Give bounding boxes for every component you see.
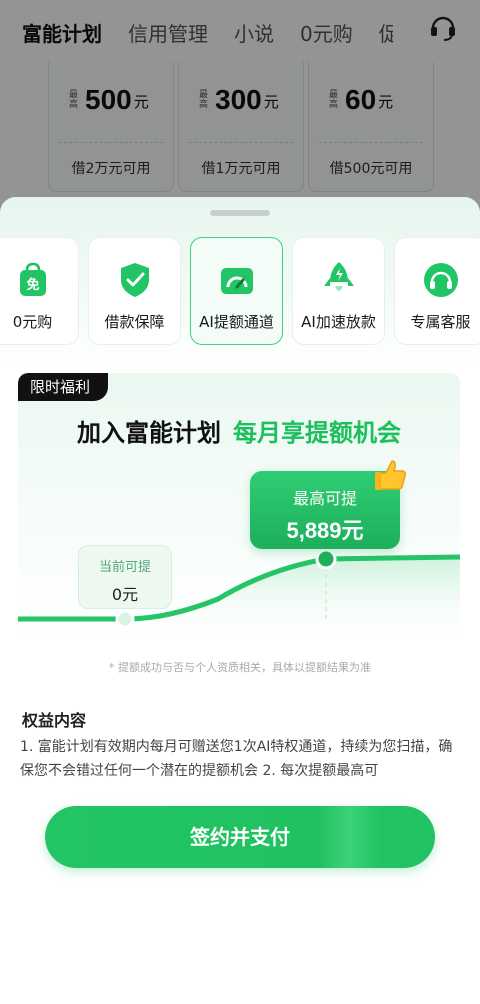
drag-handle[interactable] xyxy=(210,210,270,216)
feature-exclusive-service[interactable]: 专属客服 xyxy=(394,237,480,345)
feature-label: 借款保障 xyxy=(104,313,165,331)
headset-icon xyxy=(423,263,458,297)
feature-label: 专属客服 xyxy=(410,313,471,331)
rights-title: 权益内容 xyxy=(22,711,87,730)
content-fade xyxy=(0,773,480,803)
promo-card: 限时福利 加入富能计划 每月享提额机会 当前可提 0元 最高可提 5,889元 xyxy=(18,373,460,641)
plan-bottom-sheet: 免 0元购 借款保障 AI提额通道 AI加速放款 专属客服 限时福利 加入富能计… xyxy=(0,197,480,1004)
rocket-icon xyxy=(323,262,354,291)
feature-loan-protection[interactable]: 借款保障 xyxy=(88,237,181,345)
current-point xyxy=(115,609,135,629)
limited-time-badge: 限时福利 xyxy=(18,373,109,401)
free-bag-icon: 免 xyxy=(19,262,46,296)
max-point xyxy=(315,548,337,570)
feature-ai-credit-channel[interactable]: AI提额通道 xyxy=(190,237,283,345)
svg-text:免: 免 xyxy=(26,277,39,293)
feature-ai-fast-loan[interactable]: AI加速放款 xyxy=(292,237,385,345)
shield-check-icon xyxy=(120,263,149,297)
thumbs-up-icon xyxy=(375,460,406,490)
feature-zero-yuan-buy[interactable]: 免 0元购 xyxy=(0,237,79,345)
current-value: 0元 xyxy=(111,585,139,604)
current-limit-bubble: 当前可提 0元 xyxy=(78,545,172,609)
promo-title: 加入富能计划 每月享提额机会 xyxy=(18,413,460,448)
gauge-card-icon xyxy=(220,268,253,294)
feature-label: AI提额通道 xyxy=(199,313,274,331)
disclaimer-text: * 提额成功与否与个人资质相关，具体以提额结果为准 xyxy=(109,661,371,674)
promo-title-highlight: 每月享提额机会 xyxy=(233,419,401,447)
max-value: 5,889元 xyxy=(286,518,364,543)
current-label: 当前可提 xyxy=(98,560,151,575)
feature-list: 免 0元购 借款保障 AI提额通道 AI加速放款 专属客服 xyxy=(0,237,480,347)
feature-label: AI加速放款 xyxy=(301,313,376,331)
feature-label: 0元购 xyxy=(12,313,53,331)
sign-and-pay-button[interactable]: 签约并支付 xyxy=(45,806,435,868)
promo-title-main: 加入富能计划 xyxy=(77,419,221,447)
